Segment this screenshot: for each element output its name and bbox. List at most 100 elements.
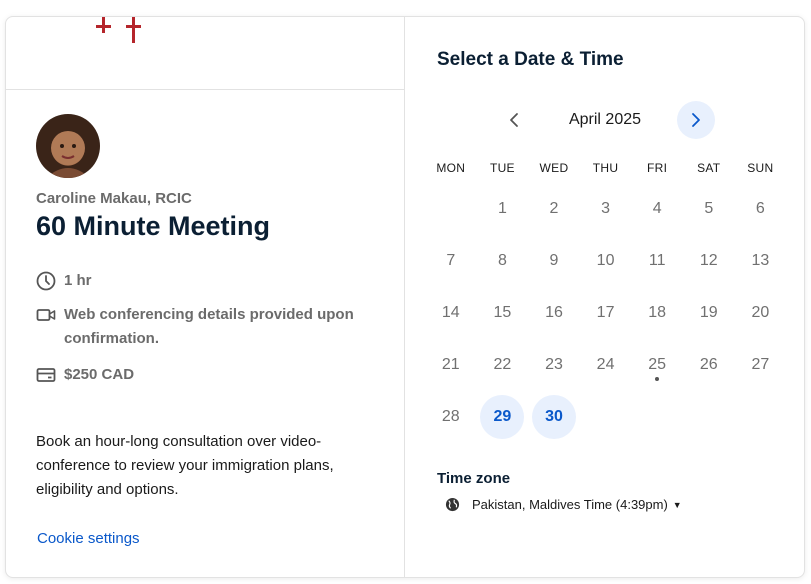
calendar-day-label: 17: [596, 304, 615, 321]
calendar-day-label: 9: [549, 252, 559, 269]
calendar-day-20: 20: [735, 287, 787, 339]
event-title: 60 Minute Meeting: [36, 211, 271, 241]
timezone-selector[interactable]: Pakistan, Maldives Time (4:39pm) ▼: [445, 497, 682, 512]
calendar-day-label: 1: [497, 200, 507, 217]
next-month-button[interactable]: [677, 101, 715, 139]
event-description: Book an hour-long consultation over vide…: [36, 433, 334, 498]
calendar-day-12: 12: [683, 235, 735, 287]
calendar-day-label: 4: [652, 200, 662, 217]
calendar-day-23: 23: [528, 339, 580, 391]
calendar-day-25: 25: [631, 339, 683, 391]
calendar-day-label: 10: [596, 252, 615, 269]
calendar-day-label: 23: [545, 356, 563, 373]
calendar-day-label: 16: [545, 304, 563, 321]
video-camera-icon: [36, 309, 56, 321]
calendar-day-label: 27: [751, 356, 770, 373]
calendar-day-label[interactable]: 30: [531, 395, 576, 439]
credit-card-icon: [36, 368, 56, 382]
timezone-value: Pakistan, Maldives Time (4:39pm): [472, 497, 668, 512]
weekday-sat: SAT: [697, 161, 721, 175]
today-indicator: [655, 377, 660, 381]
calendar-day-label: 25: [648, 356, 667, 373]
scheduler-panel: Select a Date & Time April 2025 MON TUE WE…: [405, 17, 804, 577]
calendar-day-label: 2: [549, 200, 559, 217]
timezone-label: Time zone: [437, 470, 511, 487]
previous-month-button[interactable]: [497, 103, 531, 137]
event-duration: 1 hr: [36, 269, 364, 293]
calendar-day-label: 21: [441, 356, 460, 373]
calendar-day-15: 15: [477, 287, 529, 339]
chevron-right-icon: [692, 113, 700, 127]
calendar-day-label: 12: [699, 252, 718, 269]
calendar-day-7: 7: [425, 235, 477, 287]
calendar-empty-cell: [425, 183, 477, 235]
calendar-day-label: 18: [648, 304, 667, 321]
calendar-day-label: 14: [441, 304, 460, 321]
duration-text: 1 hr: [64, 272, 92, 289]
cookie-settings-link[interactable]: Cookie settings: [37, 530, 140, 547]
price-text: $250 CAD: [64, 366, 135, 383]
calendar-day-22: 22: [477, 339, 529, 391]
calendar-day-26: 26: [683, 339, 735, 391]
calendar-day-label: 22: [493, 356, 512, 373]
calendar-day-30[interactable]: 30: [528, 391, 580, 443]
calendar-grid: 1 2 3 4 5 6 7 8 9 10 11 12 13 14 15 16 17 18 19 20 21 22 23 24 2…: [425, 183, 787, 443]
calendar-day-16: 16: [528, 287, 580, 339]
calendar-day-1: 1: [477, 183, 529, 235]
calendar-day-28: 28: [425, 391, 477, 443]
location-text: Web conferencing details provided upon c…: [64, 306, 354, 347]
event-location: Web conferencing details provided upon c…: [36, 303, 364, 351]
weekday-tue: TUE: [489, 161, 515, 175]
calendar-day-label: 6: [755, 200, 765, 217]
calendar-day-10: 10: [580, 235, 632, 287]
host-name: Caroline Makau, RCIC: [36, 190, 192, 207]
calendar-day-label: 24: [596, 356, 615, 373]
clock-icon: [36, 271, 56, 291]
calendar-day-19: 19: [683, 287, 735, 339]
caret-down-icon: ▼: [672, 499, 682, 510]
event-details-panel: Caroline Makau, RCIC 60 Minute Meeting 1…: [6, 17, 405, 577]
calendar-day-18: 18: [631, 287, 683, 339]
calendar-day-8: 8: [477, 235, 529, 287]
weekday-fri: FRI: [647, 161, 668, 175]
globe-icon: [445, 497, 460, 512]
calendar-day-label: 15: [493, 304, 512, 321]
calendar-day-27: 27: [735, 339, 787, 391]
weekday-sun: SUN: [747, 161, 774, 175]
event-price: $250 CAD: [36, 363, 364, 387]
calendar-day-4: 4: [631, 183, 683, 235]
calendar-day-label: 20: [751, 304, 770, 321]
calendar-day-label: 19: [699, 304, 718, 321]
calendar-day-11: 11: [631, 235, 683, 287]
calendar-day-13: 13: [735, 235, 787, 287]
calendar-day-label[interactable]: 29: [480, 395, 525, 439]
company-logo-area: [6, 17, 404, 90]
calendar-day-24: 24: [580, 339, 632, 391]
month-label: April 2025: [568, 111, 642, 128]
calendar-day-21: 21: [425, 339, 477, 391]
host-avatar: [36, 114, 100, 178]
weekday-mon: MON: [436, 161, 466, 175]
calendar-day-17: 17: [580, 287, 632, 339]
calendar-day-label: 3: [601, 200, 611, 217]
calendar-day-14: 14: [425, 287, 477, 339]
calendar-day-label: 11: [648, 252, 666, 269]
calendar-day-6: 6: [735, 183, 787, 235]
calendar-day-label: 8: [497, 252, 507, 269]
calendar-day-label: 28: [441, 408, 460, 425]
calendar-day-3: 3: [580, 183, 632, 235]
calendar-day-label: 13: [751, 252, 770, 269]
calendar-day-label: 7: [446, 252, 456, 269]
calendar-day-9: 9: [528, 235, 580, 287]
weekday-wed: WED: [539, 161, 569, 175]
weekday-thu: THU: [592, 161, 619, 175]
booking-card: Caroline Makau, RCIC 60 Minute Meeting 1…: [5, 16, 805, 578]
calendar-day-5: 5: [683, 183, 735, 235]
weekday-header: MON TUE WED THU FRI SAT SUN: [425, 161, 785, 175]
calendar-day-label: 26: [699, 356, 718, 373]
scheduler-heading: Select a Date & Time: [437, 49, 624, 70]
calendar-day-29[interactable]: 29: [477, 391, 529, 443]
calendar-day-2: 2: [528, 183, 580, 235]
calendar-day-label: 5: [704, 200, 714, 217]
chevron-left-icon: [510, 113, 518, 127]
